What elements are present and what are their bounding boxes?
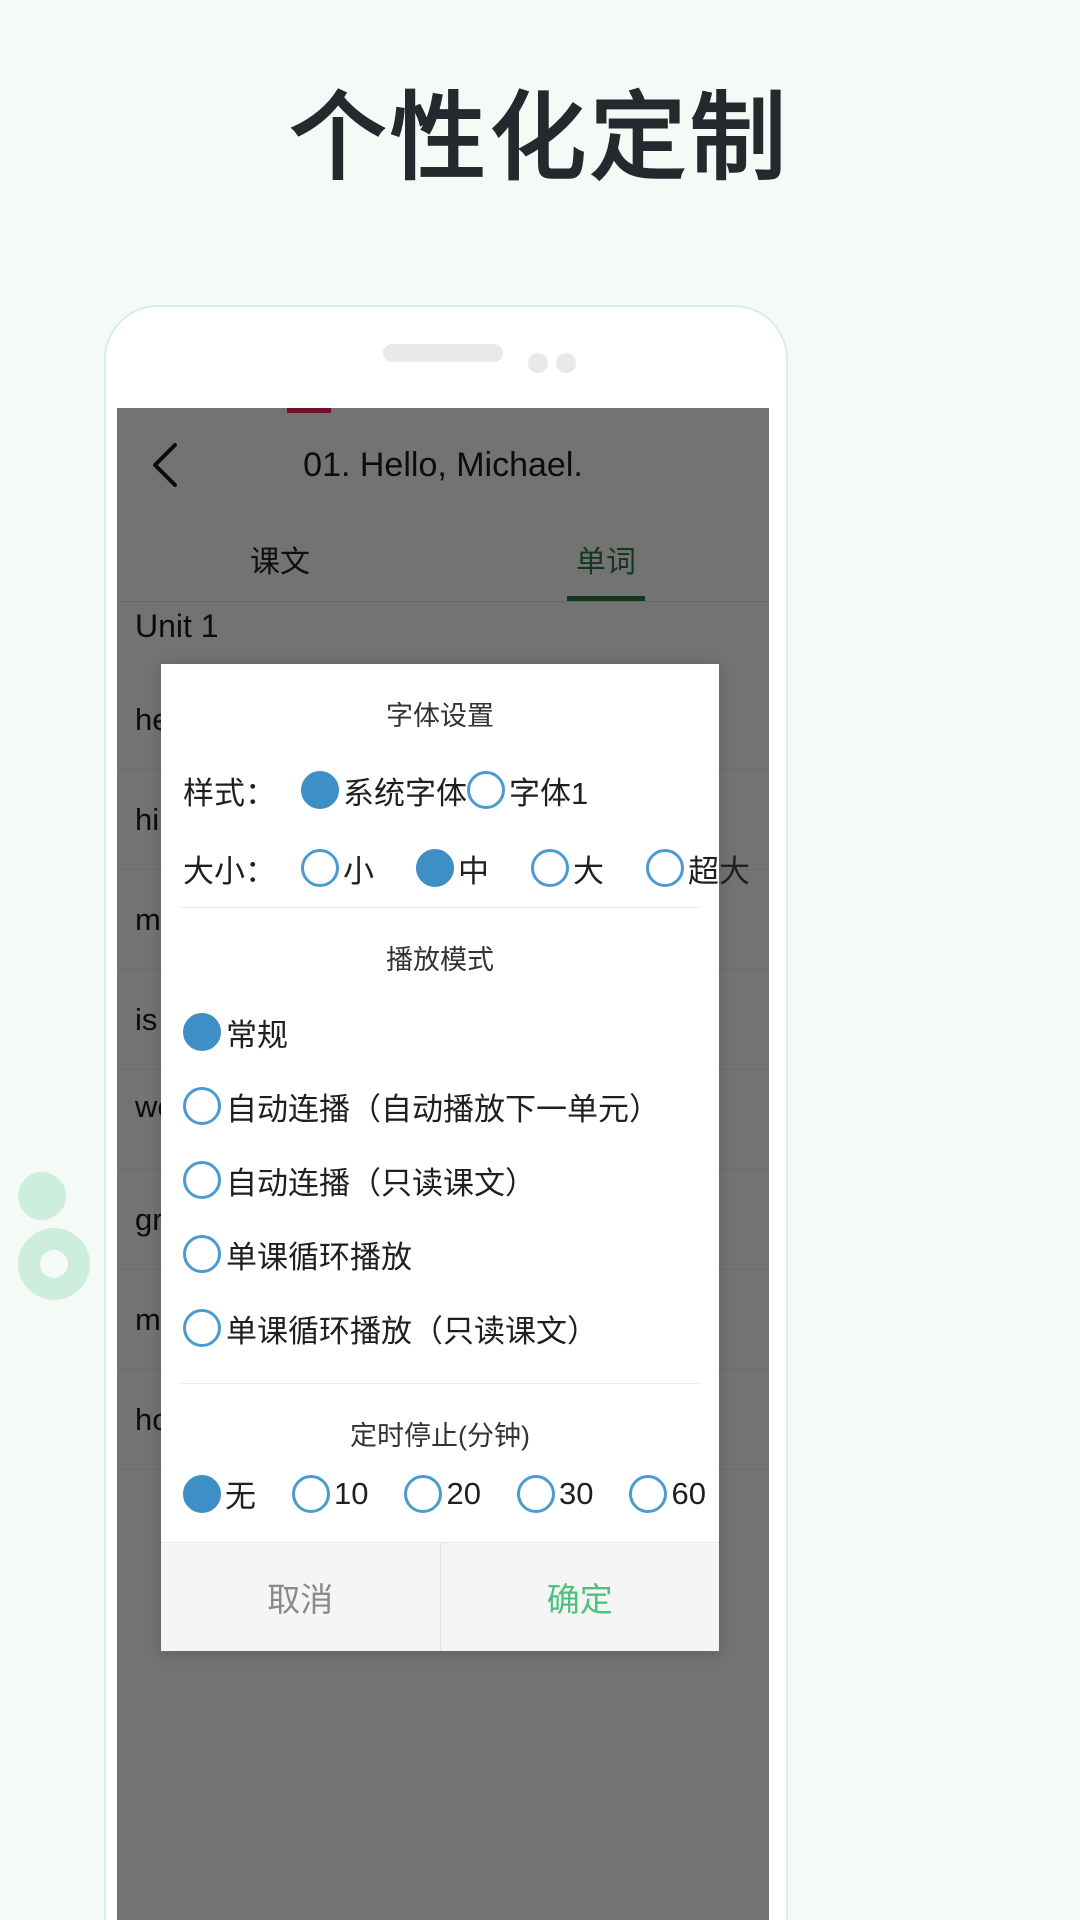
radio-unselected-icon — [183, 1161, 221, 1199]
phone-camera-dot-icon — [528, 353, 548, 373]
radio-selected-icon — [416, 849, 454, 887]
radio-unselected-icon — [404, 1474, 443, 1513]
radio-label: 20 — [446, 1475, 481, 1511]
radio-selected-icon — [183, 1474, 221, 1513]
radio-option-mode-loop-lesson-text-only[interactable]: 单课循环播放（只读课文） — [183, 1291, 719, 1365]
radio-label: 自动连播（只读课文） — [226, 1165, 536, 1201]
cancel-button[interactable]: 取消 — [161, 1543, 440, 1651]
radio-label: 字体1 — [509, 775, 589, 811]
font-size-label: 大小： — [183, 853, 276, 889]
decorative-circle-small — [18, 1172, 66, 1220]
page-title: 个性化定制 — [290, 85, 790, 192]
radio-option-timer-none[interactable]: 无 — [183, 1471, 256, 1516]
sleep-timer-title: 定时停止(分钟) — [350, 1421, 530, 1451]
radio-unselected-icon — [183, 1087, 221, 1125]
playback-mode-title: 播放模式 — [386, 945, 494, 975]
playback-mode-section: 播放模式 常规 自动连播（自动播放下一单元） 自动连播（只读课文） 单课循环播放… — [161, 908, 719, 1383]
sleep-timer-section: 定时停止(分钟) 无 10 20 30 60 — [161, 1384, 719, 1542]
radio-label: 单课循环播放（只读课文） — [226, 1313, 598, 1349]
radio-option-size-medium[interactable]: 中 — [416, 846, 489, 891]
font-settings-section: 字体设置 样式： 系统字体 字体1 大小： 小 中 大 超大 — [161, 664, 750, 907]
font-size-row: 大小： 小 中 大 超大 — [161, 829, 750, 907]
radio-label: 小 — [343, 853, 374, 889]
radio-selected-icon — [183, 1013, 221, 1051]
radio-option-size-large[interactable]: 大 — [531, 846, 604, 891]
playback-mode-list: 常规 自动连播（自动播放下一单元） 自动连播（只读课文） 单课循环播放 单课循环… — [161, 995, 719, 1383]
confirm-button[interactable]: 确定 — [441, 1543, 720, 1651]
radio-option-system-font[interactable]: 系统字体 — [301, 768, 467, 813]
radio-option-size-small[interactable]: 小 — [301, 846, 374, 891]
radio-unselected-icon — [516, 1474, 555, 1513]
phone-sensor-dot-icon — [556, 353, 576, 373]
decorative-circle-ring-hole — [40, 1250, 68, 1278]
radio-label: 无 — [225, 1479, 256, 1514]
radio-unselected-icon — [183, 1309, 221, 1347]
radio-option-timer-60[interactable]: 60 — [629, 1474, 706, 1513]
radio-label: 超大 — [688, 853, 750, 889]
radio-label: 60 — [671, 1475, 706, 1511]
radio-label: 30 — [558, 1475, 594, 1511]
radio-option-timer-20[interactable]: 20 — [404, 1474, 481, 1513]
radio-option-timer-30[interactable]: 30 — [516, 1474, 594, 1513]
font-settings-title: 字体设置 — [386, 701, 494, 731]
radio-unselected-icon — [467, 771, 505, 809]
radio-unselected-icon — [301, 849, 339, 887]
radio-option-timer-10[interactable]: 10 — [292, 1474, 369, 1513]
radio-selected-icon — [301, 771, 339, 809]
radio-unselected-icon — [646, 849, 684, 887]
font-style-row: 样式： 系统字体 字体1 — [161, 751, 719, 829]
radio-option-font-1[interactable]: 字体1 — [467, 768, 588, 813]
radio-option-size-extra-large[interactable]: 超大 — [646, 846, 750, 891]
font-style-label: 样式： — [183, 775, 276, 811]
radio-unselected-icon — [531, 849, 569, 887]
radio-label: 10 — [334, 1475, 369, 1511]
radio-label: 自动连播（自动播放下一单元） — [226, 1091, 660, 1127]
radio-option-mode-auto-text-only[interactable]: 自动连播（只读课文） — [183, 1143, 719, 1217]
radio-unselected-icon — [629, 1474, 668, 1513]
radio-option-mode-auto-next-unit[interactable]: 自动连播（自动播放下一单元） — [183, 1069, 719, 1143]
radio-label: 系统字体 — [343, 775, 467, 811]
font-settings-dialog: 字体设置 样式： 系统字体 字体1 大小： 小 中 大 超大 播放模式 常规 自… — [161, 664, 750, 1651]
radio-label: 中 — [458, 853, 489, 889]
radio-unselected-icon — [292, 1474, 330, 1513]
radio-label: 常规 — [226, 1017, 288, 1053]
dialog-footer: 取消 确定 — [161, 1542, 719, 1651]
radio-option-mode-normal[interactable]: 常规 — [183, 995, 719, 1069]
radio-label: 大 — [573, 853, 604, 889]
sleep-timer-options: 无 10 20 30 60 — [161, 1471, 719, 1542]
radio-unselected-icon — [183, 1235, 221, 1273]
radio-option-mode-loop-lesson[interactable]: 单课循环播放 — [183, 1217, 719, 1291]
phone-speaker-icon — [383, 344, 503, 362]
radio-label: 单课循环播放 — [226, 1239, 412, 1275]
